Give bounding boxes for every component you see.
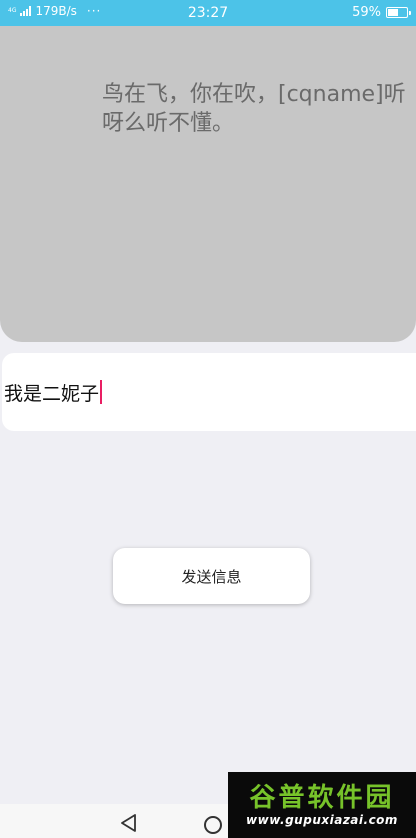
battery-icon bbox=[386, 7, 411, 18]
status-right: 59% bbox=[352, 5, 411, 20]
message-text: 鸟在飞，你在吹，[cqname]听呀么听不懂。 bbox=[102, 82, 406, 136]
message-display-panel: 鸟在飞，你在吹，[cqname]听呀么听不懂。 bbox=[0, 26, 416, 342]
triangle-back-icon[interactable] bbox=[120, 814, 138, 832]
message-input-value: 我是二妮子 bbox=[4, 382, 100, 405]
send-message-button[interactable]: 发送信息 bbox=[113, 548, 310, 604]
message-input[interactable]: 我是二妮子 bbox=[2, 353, 416, 431]
watermark-url: www.gupuxiazai.com bbox=[246, 813, 398, 827]
battery-fill bbox=[388, 9, 399, 16]
status-bar: 4G 179B/s ··· 23:27 59% bbox=[0, 0, 416, 26]
text-caret bbox=[100, 380, 103, 404]
circle-home-icon[interactable] bbox=[204, 816, 222, 834]
watermark-title: 谷普软件园 bbox=[249, 783, 395, 813]
watermark-logo: 谷普软件园 www.gupuxiazai.com bbox=[228, 772, 416, 838]
battery-percent: 59% bbox=[352, 5, 381, 20]
